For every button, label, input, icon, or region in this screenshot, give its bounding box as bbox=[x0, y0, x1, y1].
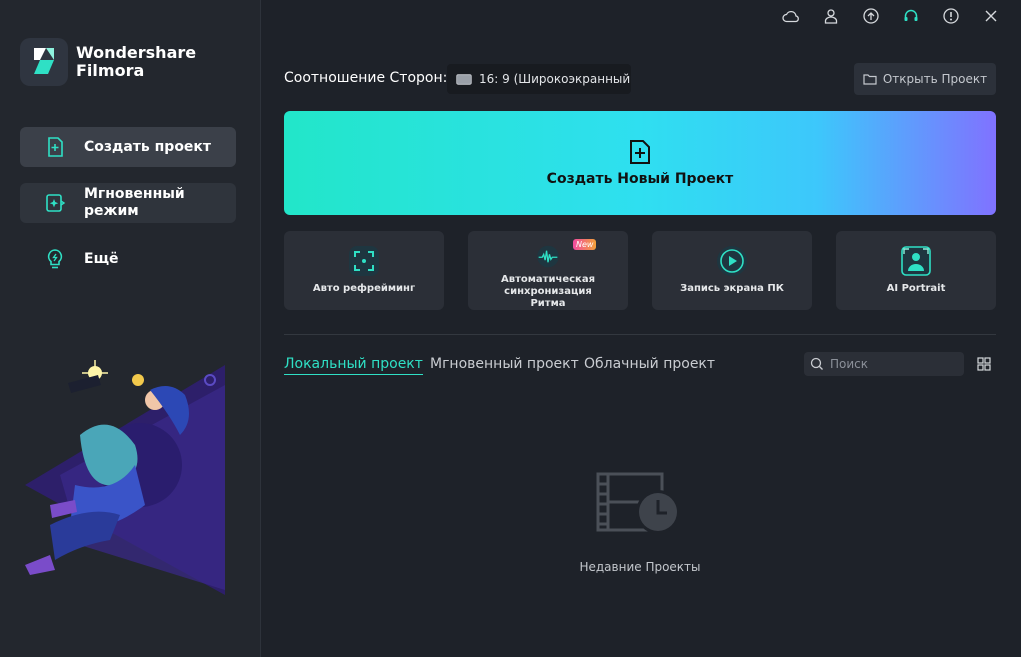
sidebar-item-label: Мгновенный режим bbox=[84, 186, 185, 219]
project-search bbox=[804, 352, 964, 376]
account-icon[interactable] bbox=[811, 6, 851, 26]
recent-projects-icon bbox=[596, 472, 680, 534]
welcome-illustration bbox=[25, 360, 225, 595]
ai-portrait-icon bbox=[901, 246, 931, 276]
tool-screen-record[interactable]: Запись экрана ПК bbox=[652, 231, 812, 310]
create-new-project-button[interactable]: Создать Новый Проект bbox=[284, 111, 996, 215]
tab-cloud-project[interactable]: Облачный проект bbox=[584, 356, 715, 372]
sidebar: Wondershare Filmora Создать проект Мгнов… bbox=[0, 0, 261, 657]
screen-record-icon bbox=[717, 246, 747, 276]
lightbulb-icon bbox=[47, 249, 63, 269]
tab-instant-project[interactable]: Мгновенный проект bbox=[430, 356, 579, 372]
headset-icon[interactable] bbox=[891, 6, 931, 26]
search-input[interactable] bbox=[830, 357, 950, 371]
tool-auto-reframe[interactable]: Авто рефрейминг bbox=[284, 231, 444, 310]
screen-ratio-icon bbox=[456, 73, 472, 85]
folder-icon bbox=[863, 74, 877, 85]
tool-ai-portrait[interactable]: AI Portrait bbox=[836, 231, 996, 310]
logo-text-line1: Wondershare bbox=[76, 43, 197, 62]
tab-local-project[interactable]: Локальный проект bbox=[284, 356, 423, 375]
logo-text-line2: Filmora bbox=[76, 61, 145, 80]
app-logo: Wondershare Filmora bbox=[20, 38, 196, 86]
tool-label: AI Portrait bbox=[886, 283, 946, 294]
aspect-ratio-select[interactable]: 16: 9 (Широкоэкранный bbox=[447, 64, 631, 94]
section-divider bbox=[284, 334, 996, 335]
sidebar-item-instant-mode[interactable]: Мгновенный режим bbox=[20, 183, 236, 223]
open-project-label: Открыть Проект bbox=[882, 72, 988, 86]
sidebar-item-label: Ещё bbox=[84, 250, 119, 267]
search-icon bbox=[810, 357, 823, 370]
tool-label: Запись экрана ПК bbox=[680, 283, 784, 294]
titlebar-actions bbox=[771, 6, 1011, 26]
instant-mode-icon bbox=[46, 194, 66, 212]
tool-label: Автоматическая синхронизация Ритма bbox=[501, 274, 595, 309]
cloud-icon[interactable] bbox=[771, 6, 811, 26]
beat-sync-icon bbox=[537, 245, 559, 268]
info-icon[interactable] bbox=[931, 6, 971, 26]
aspect-ratio-label: Соотношение Сторон: bbox=[284, 70, 448, 86]
create-new-project-label: Создать Новый Проект bbox=[546, 171, 734, 187]
filmora-logo-icon bbox=[20, 38, 68, 86]
new-badge: New bbox=[573, 239, 597, 250]
recent-projects-label: Недавние Проекты bbox=[579, 560, 701, 574]
sidebar-item-label: Создать проект bbox=[84, 138, 212, 155]
add-file-icon bbox=[630, 140, 650, 164]
sidebar-item-create-project[interactable]: Создать проект bbox=[20, 127, 236, 167]
upload-icon[interactable] bbox=[851, 6, 891, 26]
open-project-button[interactable]: Открыть Проект bbox=[854, 63, 996, 95]
close-icon[interactable] bbox=[971, 6, 1011, 26]
tool-beat-sync[interactable]: New Автоматическая синхронизация Ритма bbox=[468, 231, 628, 310]
auto-reframe-icon bbox=[349, 246, 379, 276]
aspect-ratio-value: 16: 9 (Широкоэкранный bbox=[479, 72, 631, 86]
grid-view-icon[interactable] bbox=[977, 357, 991, 371]
sidebar-item-more[interactable]: Ещё bbox=[20, 239, 236, 279]
add-file-icon bbox=[48, 137, 63, 157]
tool-label: Авто рефрейминг bbox=[312, 283, 416, 294]
